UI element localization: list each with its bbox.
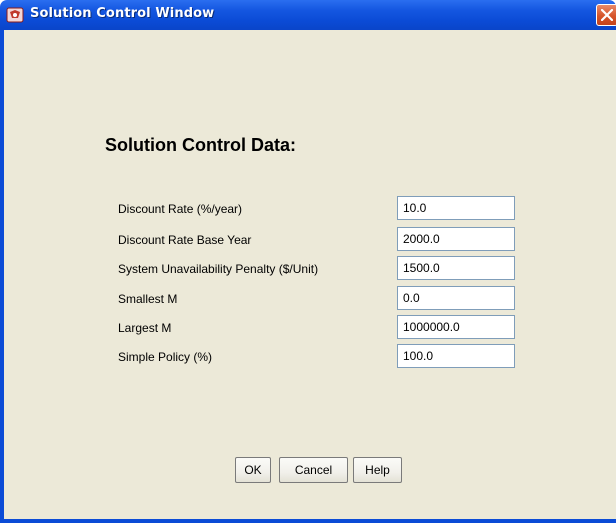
discount-rate-label: Discount Rate (%/year) [118,202,243,216]
system-unavailability-penalty-label: System Unavailability Penalty ($/Unit) [118,262,319,276]
system-unavailability-penalty-field[interactable] [397,256,515,280]
discount-rate-base-year-field[interactable] [397,227,515,251]
simple-policy-label: Simple Policy (%) [118,350,213,364]
solution-control-window: Solution Control Window Solution Control… [0,0,616,523]
simple-policy-field[interactable] [397,344,515,368]
app-icon [6,6,24,24]
discount-rate-base-year-label: Discount Rate Base Year [118,233,252,247]
smallest-m-label: Smallest M [118,292,178,306]
title-bar[interactable]: Solution Control Window [0,0,616,30]
cancel-button[interactable]: Cancel [279,457,348,483]
close-button[interactable] [596,4,616,26]
ok-button[interactable]: OK [235,457,271,483]
largest-m-label: Largest M [118,321,172,335]
close-icon [601,9,613,21]
help-button[interactable]: Help [353,457,402,483]
window-title: Solution Control Window [30,6,215,21]
smallest-m-field[interactable] [397,286,515,310]
discount-rate-field[interactable] [397,196,515,220]
largest-m-field[interactable] [397,315,515,339]
form-heading: Solution Control Data: [105,135,296,155]
